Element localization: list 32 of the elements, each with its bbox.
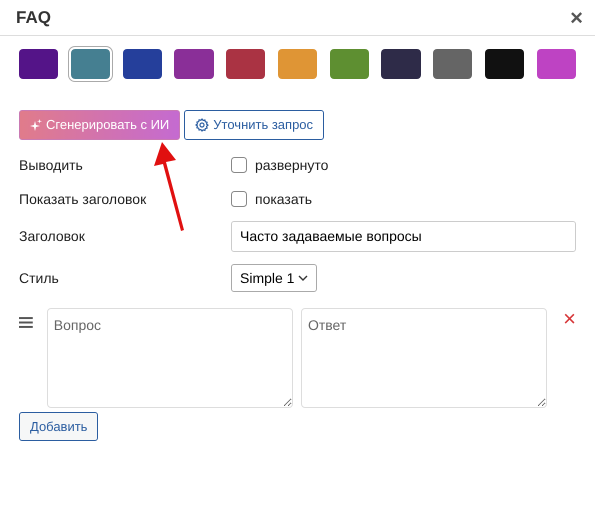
add-button[interactable]: Добавить [19, 412, 98, 441]
checkbox-label: показать [255, 190, 312, 208]
color-swatch[interactable] [484, 49, 524, 79]
color-swatch[interactable] [122, 49, 162, 79]
refine-button[interactable]: Уточнить запрос [184, 110, 324, 140]
close-button[interactable]: × [570, 6, 583, 28]
color-swatch[interactable] [278, 49, 318, 79]
field-label: Показать заголовок [19, 190, 148, 208]
field-label: Выводить [19, 156, 84, 175]
color-swatch[interactable] [536, 49, 576, 79]
color-swatch[interactable] [433, 49, 472, 79]
remove-button[interactable]: × [563, 308, 576, 330]
settings-icon [195, 118, 210, 132]
field-label: Заголовок [19, 226, 86, 246]
color-swatch[interactable] [174, 49, 214, 79]
drag-handle-icon[interactable] [19, 317, 33, 328]
color-swatch[interactable] [70, 49, 110, 79]
color-swatch[interactable] [381, 49, 421, 79]
dialog-title: FAQ [16, 6, 51, 29]
color-swatch[interactable] [330, 49, 369, 79]
checkbox[interactable] [231, 191, 247, 207]
color-swatch[interactable] [226, 49, 266, 79]
question-field[interactable]: Вопрос [46, 308, 293, 408]
title-input[interactable]: Часто задаваемые вопросы [231, 220, 576, 252]
caret-icon [298, 275, 308, 281]
answer-field[interactable]: Ответ [300, 308, 548, 408]
checkbox-label: развернуто [255, 156, 328, 175]
field-label: Стиль [19, 268, 60, 288]
style-select[interactable]: Simple 1 [231, 264, 318, 292]
checkbox[interactable] [231, 157, 247, 173]
color-swatch[interactable] [19, 49, 58, 79]
sparkle-icon [30, 119, 42, 131]
